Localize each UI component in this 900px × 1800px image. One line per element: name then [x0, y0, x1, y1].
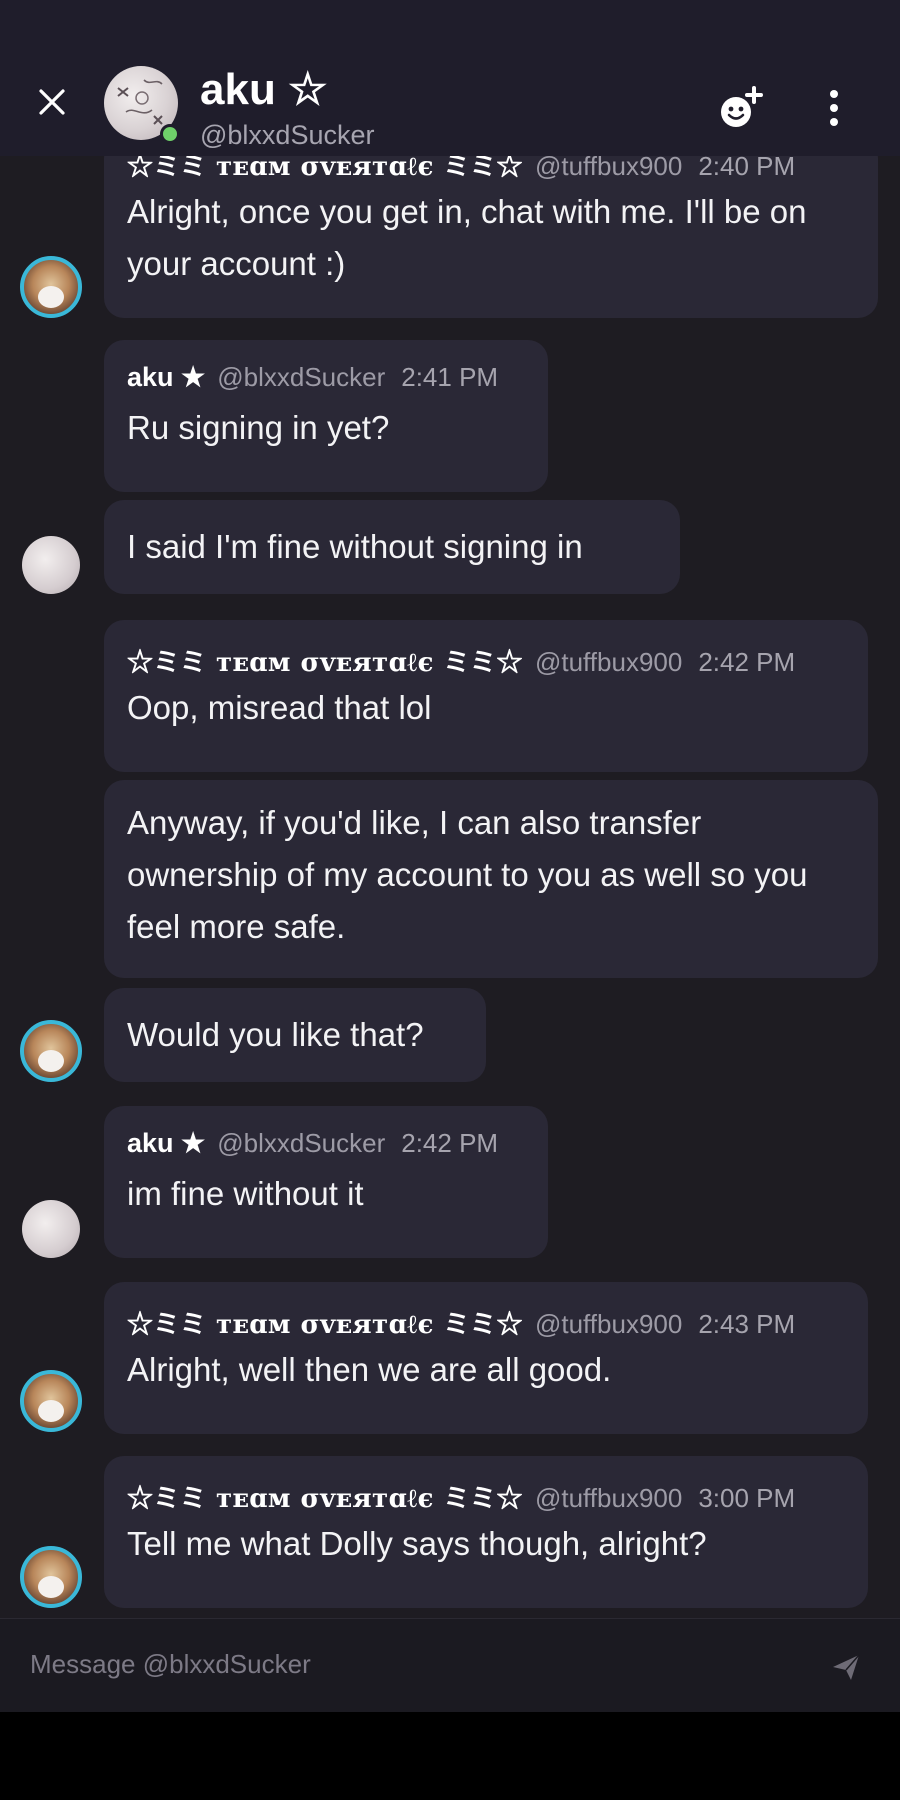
message-timestamp: 2:43 PM	[698, 1309, 796, 1339]
message-author[interactable]: aku ★	[127, 1128, 205, 1159]
message-text: Ru signing in yet?	[127, 409, 390, 446]
avatar[interactable]	[22, 536, 80, 594]
message-author[interactable]: ☆ミミ ᴛᴇɑᴍ σᴠᴇяᴛɑℓє ミミ☆	[127, 1478, 523, 1515]
avatar[interactable]	[20, 1370, 82, 1432]
message-timestamp: 3:00 PM	[698, 1483, 796, 1513]
message-handle: @tuffbux900	[534, 1309, 683, 1339]
message-timestamp: 2:41 PM	[401, 362, 499, 392]
message-text: Anyway, if you'd like, I can also transf…	[127, 804, 808, 945]
message-timestamp: 2:42 PM	[698, 647, 796, 677]
avatar[interactable]	[20, 256, 82, 318]
more-options-icon	[830, 90, 838, 126]
close-icon	[39, 89, 65, 115]
message-text: Oop, misread that lol	[127, 689, 432, 726]
message-text: im fine without it	[127, 1175, 364, 1212]
avatar[interactable]	[20, 1546, 82, 1608]
message-author[interactable]: ☆ミミ ᴛᴇɑᴍ σᴠᴇяᴛɑℓє ミミ☆	[127, 1304, 523, 1341]
message-author[interactable]: aku ★	[127, 362, 205, 393]
message-text: Would you like that?	[127, 1016, 424, 1053]
message-bubble[interactable]: aku ★ @blxxdSucker 2:42 PM im fine witho…	[104, 1106, 548, 1258]
chat-screen: ☆ミミ ᴛᴇɑᴍ σᴠᴇяᴛɑℓє ミミ☆ @tuffbux900 2:40 P…	[0, 0, 900, 1712]
message-bubble[interactable]: ☆ミミ ᴛᴇɑᴍ σᴠᴇяᴛɑℓє ミミ☆ @tuffbux900 3:00 P…	[104, 1456, 868, 1608]
send-button[interactable]	[822, 1643, 870, 1691]
contact-handle: @blxxdSucker	[200, 120, 375, 150]
contact-name[interactable]: aku ☆	[200, 66, 328, 114]
more-options-button[interactable]	[806, 80, 862, 136]
chat-header: aku ☆ @blxxdSucker	[0, 0, 900, 156]
add-reaction-icon	[721, 86, 763, 127]
message-input[interactable]: Message @blxxdSucker	[30, 1649, 311, 1680]
avatar[interactable]	[22, 1200, 80, 1258]
system-navigation-bar	[0, 1712, 900, 1800]
message-text: Tell me what Dolly says though, alright?	[127, 1525, 707, 1562]
message-author[interactable]: ☆ミミ ᴛᴇɑᴍ σᴠᴇяᴛɑℓє ミミ☆	[127, 642, 523, 679]
message-bubble[interactable]: ☆ミミ ᴛᴇɑᴍ σᴠᴇяᴛɑℓє ミミ☆ @tuffbux900 2:43 P…	[104, 1282, 868, 1434]
message-bubble[interactable]: ☆ミミ ᴛᴇɑᴍ σᴠᴇяᴛɑℓє ミミ☆ @tuffbux900 2:42 P…	[104, 620, 868, 772]
message-bubble[interactable]: Would you like that?	[104, 988, 486, 1082]
message-bubble[interactable]: ☆ミミ ᴛᴇɑᴍ σᴠᴇяᴛɑℓє ミミ☆ @tuffbux900 2:40 P…	[104, 138, 878, 318]
online-status-indicator	[160, 124, 180, 144]
message-text: Alright, well then we are all good.	[127, 1351, 612, 1388]
message-timestamp: 2:42 PM	[401, 1128, 499, 1158]
message-handle: @tuffbux900	[534, 1483, 683, 1513]
send-icon	[833, 1654, 860, 1680]
message-text: Alright, once you get in, chat with me. …	[127, 193, 807, 282]
message-list[interactable]: ☆ミミ ᴛᴇɑᴍ σᴠᴇяᴛɑℓє ミミ☆ @tuffbux900 2:40 P…	[0, 0, 900, 1618]
message-composer[interactable]: Message @blxxdSucker	[0, 1618, 900, 1712]
message-handle: @blxxdSucker	[217, 362, 386, 392]
message-bubble[interactable]: I said I'm fine without signing in	[104, 500, 680, 594]
message-handle: @blxxdSucker	[217, 1128, 386, 1158]
message-bubble[interactable]: Anyway, if you'd like, I can also transf…	[104, 780, 878, 978]
add-reaction-button[interactable]	[714, 80, 770, 136]
avatar[interactable]	[20, 1020, 82, 1082]
message-text: I said I'm fine without signing in	[127, 528, 583, 565]
message-bubble[interactable]: aku ★ @blxxdSucker 2:41 PM Ru signing in…	[104, 340, 548, 492]
close-button[interactable]	[30, 80, 74, 124]
message-handle: @tuffbux900	[534, 647, 683, 677]
